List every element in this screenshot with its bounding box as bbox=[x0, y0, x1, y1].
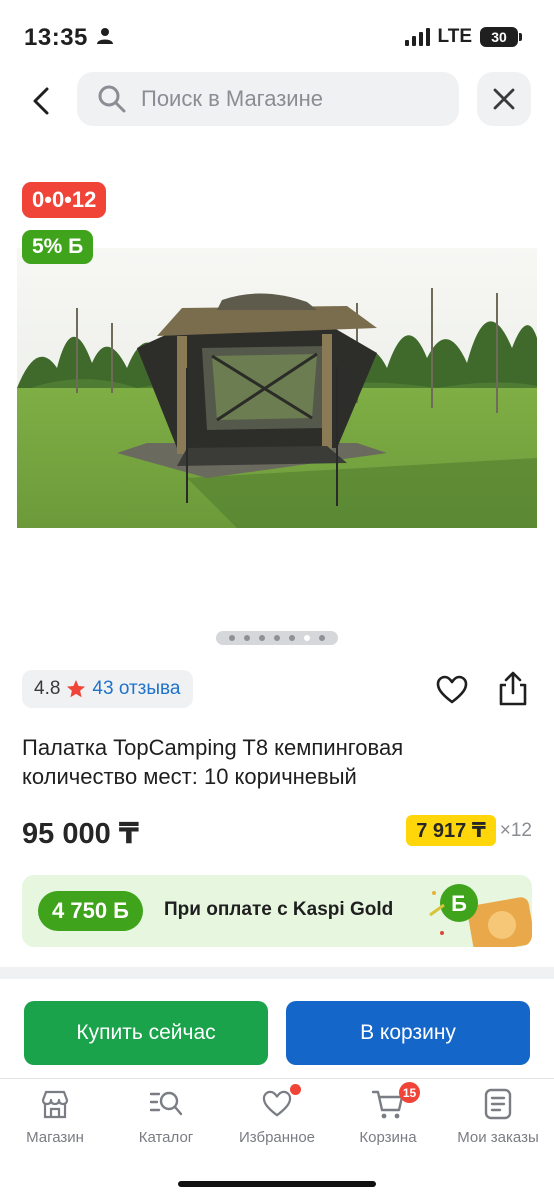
kaspi-gold-card-icon: Б bbox=[429, 884, 532, 947]
signal-icon bbox=[404, 28, 430, 46]
tab-label: Магазин bbox=[26, 1129, 84, 1146]
tab-orders[interactable]: Мои заказы bbox=[443, 1087, 553, 1146]
gold-bonus-pill: 4 750 Б bbox=[38, 891, 143, 931]
installment-info[interactable]: 7 917 ₸ ×12 bbox=[406, 815, 532, 846]
buy-now-button[interactable]: Купить сейчас bbox=[24, 1001, 268, 1065]
tab-label: Корзина bbox=[359, 1129, 417, 1146]
installment-months: ×12 bbox=[499, 819, 532, 841]
battery-icon: 30 bbox=[480, 27, 522, 47]
star-icon bbox=[67, 680, 86, 698]
tab-store[interactable]: Магазин bbox=[0, 1087, 110, 1146]
favorite-button[interactable] bbox=[432, 670, 472, 710]
tab-label: Избранное bbox=[238, 1129, 316, 1146]
kaspi-gold-banner[interactable]: 4 750 Б При оплате с Kaspi Gold Б bbox=[22, 875, 532, 947]
pagination-dot[interactable] bbox=[319, 635, 325, 641]
heart-icon bbox=[436, 675, 468, 704]
section-divider bbox=[0, 967, 554, 979]
heart-icon bbox=[260, 1084, 301, 1121]
network-type: LTE bbox=[437, 26, 472, 47]
store-icon bbox=[38, 1087, 72, 1121]
chevron-left-icon bbox=[33, 87, 49, 115]
pagination-dot[interactable] bbox=[229, 635, 235, 641]
timer-badge: 0•0•12 bbox=[22, 182, 107, 218]
close-button[interactable] bbox=[477, 72, 531, 126]
orders-icon bbox=[481, 1087, 515, 1121]
add-to-cart-button[interactable]: В корзину bbox=[286, 1001, 530, 1065]
product-photo[interactable] bbox=[17, 248, 537, 528]
share-icon bbox=[499, 671, 527, 706]
tent-photo bbox=[17, 248, 537, 528]
pagination-dot[interactable] bbox=[274, 635, 280, 641]
tab-label: Каталог bbox=[138, 1129, 194, 1146]
catalog-search-icon bbox=[149, 1087, 183, 1121]
tab-cart[interactable]: 15 Корзина bbox=[333, 1082, 443, 1146]
pagination-dot[interactable] bbox=[259, 635, 265, 641]
bonus-badge: 5% Б bbox=[22, 230, 94, 264]
share-button[interactable] bbox=[493, 668, 533, 710]
close-icon bbox=[493, 88, 515, 110]
gallery-pagination[interactable] bbox=[216, 631, 338, 645]
pagination-dot[interactable] bbox=[289, 635, 295, 641]
tab-label: Мои заказы bbox=[457, 1129, 539, 1146]
search-box[interactable] bbox=[77, 72, 459, 126]
installment-amount: 7 917 ₸ bbox=[406, 815, 496, 846]
svg-text:Б: Б bbox=[451, 891, 467, 916]
rating-value: 4.8 bbox=[34, 678, 61, 699]
cart-icon: 15 bbox=[371, 1082, 420, 1121]
status-right: LTE 30 bbox=[404, 26, 522, 48]
gold-banner-text: При оплате с Kaspi Gold bbox=[164, 899, 394, 920]
tab-favorites[interactable]: Избранное bbox=[222, 1084, 332, 1146]
search-header bbox=[0, 70, 554, 130]
pagination-dot[interactable] bbox=[244, 635, 250, 641]
product-price: 95 000 ₸ bbox=[22, 818, 139, 850]
home-indicator[interactable] bbox=[178, 1181, 376, 1187]
status-left: 13:35 bbox=[24, 24, 114, 52]
status-time: 13:35 bbox=[24, 24, 88, 51]
status-bar: 13:35 LTE 30 bbox=[0, 0, 554, 74]
search-icon bbox=[98, 85, 126, 113]
reviews-link[interactable]: 43 отзыва bbox=[92, 678, 180, 700]
search-input[interactable] bbox=[141, 86, 441, 112]
person-icon bbox=[96, 27, 114, 50]
rating-pill[interactable]: 4.8 43 отзыва bbox=[22, 670, 193, 708]
notification-dot bbox=[290, 1084, 301, 1095]
cart-count-badge: 15 bbox=[399, 1082, 420, 1103]
tab-catalog[interactable]: Каталог bbox=[111, 1087, 221, 1146]
back-button[interactable] bbox=[18, 78, 64, 124]
product-title: Палатка TopCamping T8 кемпинговая количе… bbox=[22, 735, 404, 789]
product-gallery[interactable]: 0•0•12 5% Б bbox=[0, 170, 554, 650]
pagination-dot-active[interactable] bbox=[304, 635, 310, 641]
